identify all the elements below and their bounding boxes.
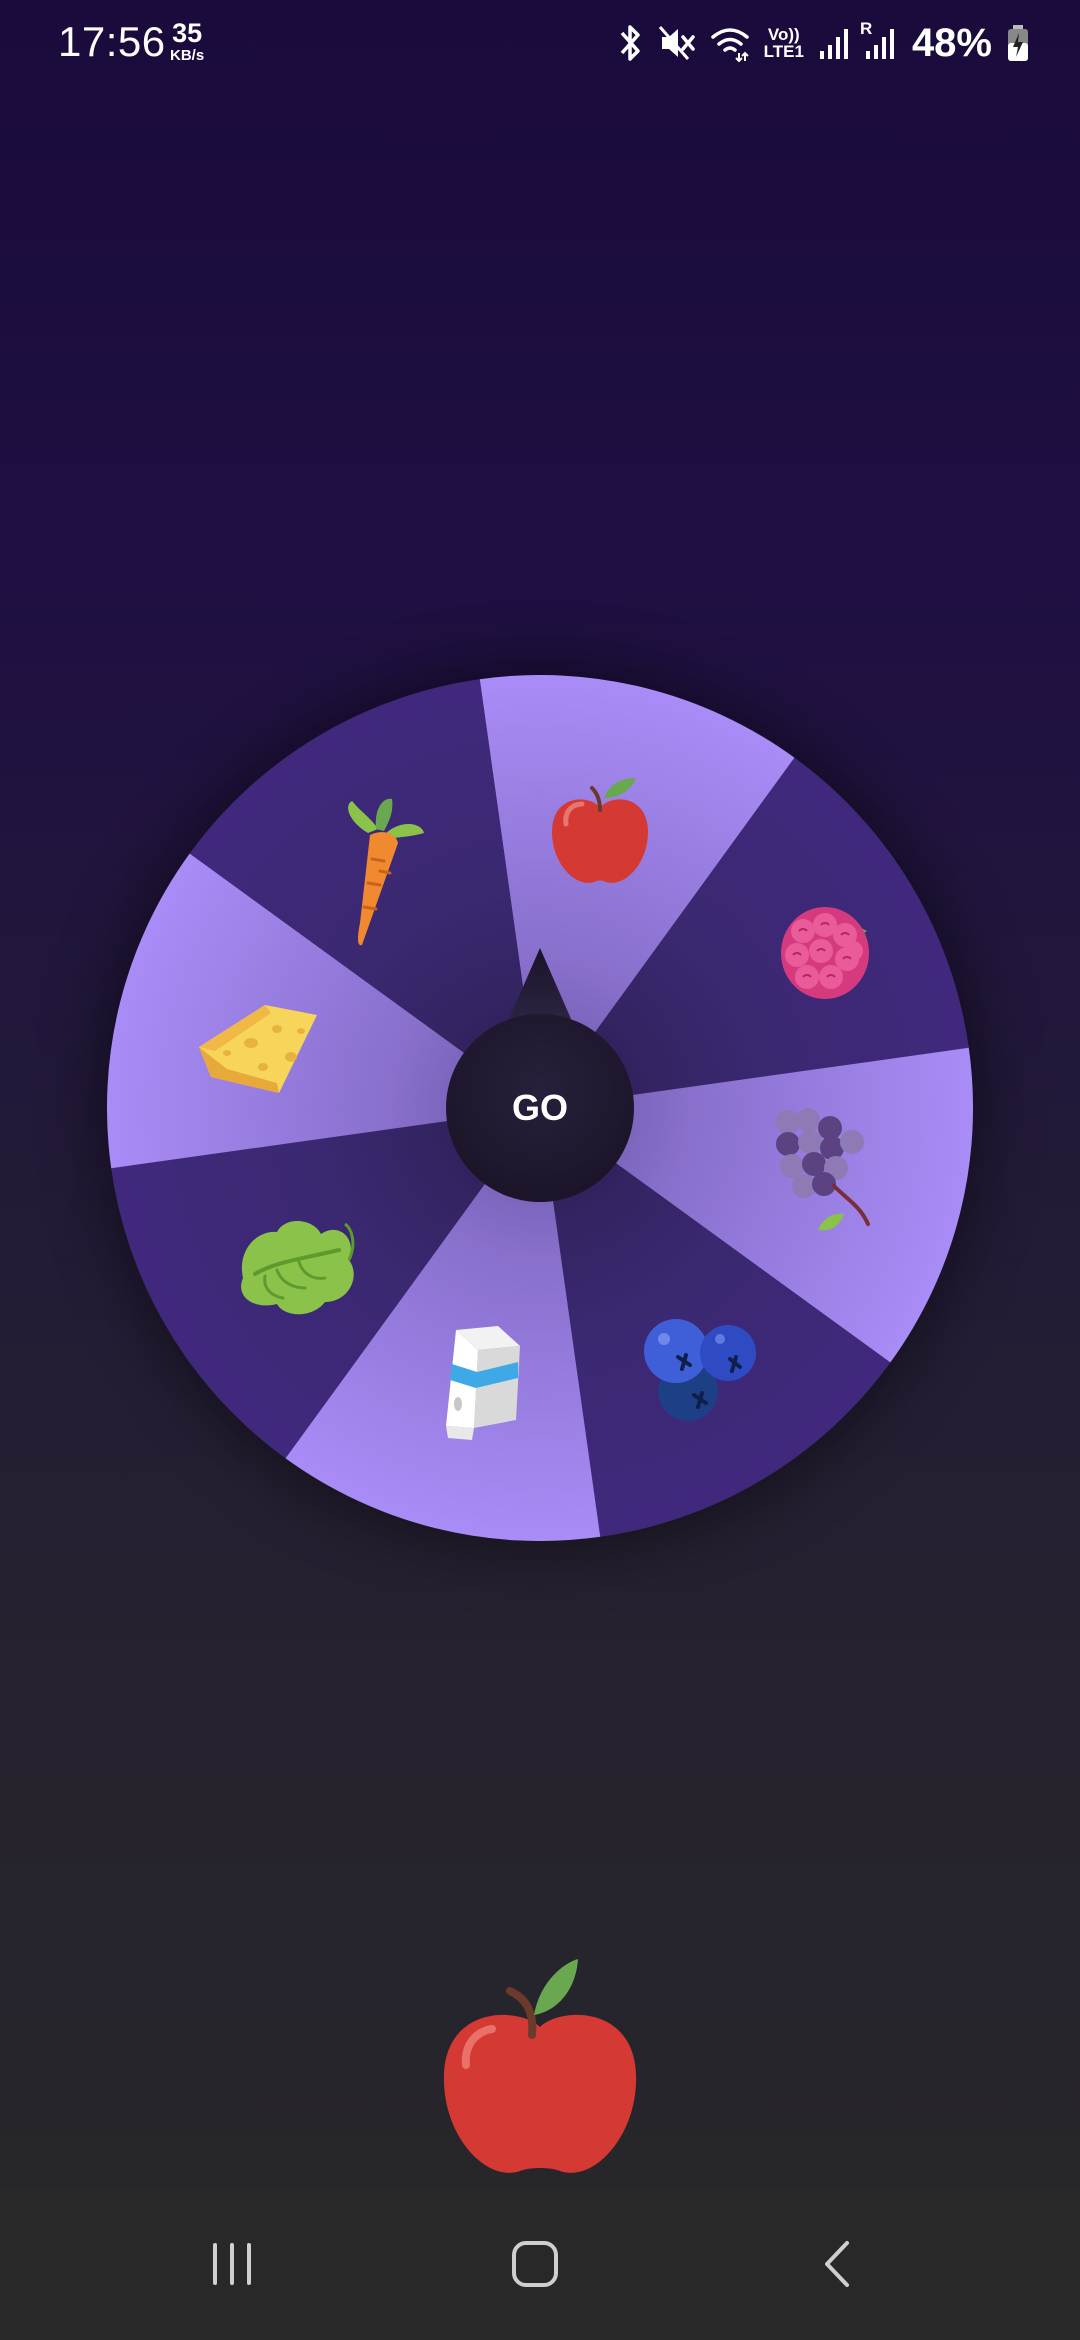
network-speed-value: 35 bbox=[172, 18, 203, 48]
battery-charging-icon bbox=[1006, 23, 1030, 63]
status-bar: 17:56 35 KB/s Vo)) LTE1 R 48% bbox=[0, 0, 1080, 88]
signal-roaming-icon: R bbox=[860, 19, 894, 63]
recents-button[interactable] bbox=[152, 2188, 312, 2340]
battery-percent: 48% bbox=[911, 20, 992, 65]
raspberry-icon bbox=[781, 907, 869, 999]
network-speed-unit: KB/s bbox=[170, 47, 205, 64]
lte-label: LTE1 bbox=[763, 42, 804, 61]
prize-wheel[interactable]: GO bbox=[107, 675, 973, 1541]
go-button[interactable]: GO bbox=[446, 1014, 634, 1202]
volte-label: Vo)) bbox=[767, 25, 800, 44]
roaming-label: R bbox=[859, 19, 873, 38]
status-time: 17:56 bbox=[58, 18, 166, 65]
network-speed: 35 KB/s bbox=[170, 18, 205, 64]
back-icon bbox=[825, 2241, 849, 2287]
wifi-icon bbox=[710, 23, 750, 63]
result-apple-icon bbox=[443, 1959, 637, 2173]
status-icons: Vo)) LTE1 R 48% bbox=[616, 19, 1030, 66]
recents-icon bbox=[213, 2243, 251, 2285]
bluetooth-icon bbox=[616, 23, 644, 63]
signal-icon bbox=[818, 23, 848, 63]
back-button[interactable] bbox=[758, 2188, 918, 2340]
mute-icon bbox=[658, 23, 696, 63]
volte-icon: Vo)) LTE1 bbox=[764, 26, 804, 60]
navigation-bar bbox=[0, 2188, 1080, 2340]
home-icon bbox=[512, 2241, 558, 2287]
home-button[interactable] bbox=[455, 2188, 615, 2340]
